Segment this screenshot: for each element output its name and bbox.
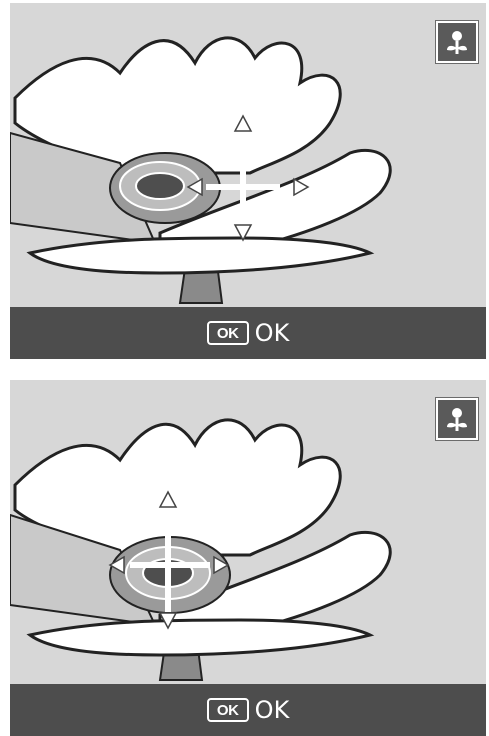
macro-mode-icon (436, 398, 478, 440)
ok-label: OK (254, 319, 290, 347)
macro-mode-icon (436, 21, 478, 63)
ok-button-icon: OK (206, 321, 249, 345)
flower-scene (10, 36, 392, 304)
flower-scene (10, 418, 392, 681)
ok-bar: OK OK (10, 684, 486, 736)
ok-bar: OK OK (10, 307, 486, 359)
ok-button-icon: OK (206, 698, 249, 722)
camera-lcd-screen-2: OK OK (10, 380, 486, 736)
ok-label: OK (254, 696, 290, 724)
camera-lcd-screen-1: OK OK (10, 3, 486, 359)
